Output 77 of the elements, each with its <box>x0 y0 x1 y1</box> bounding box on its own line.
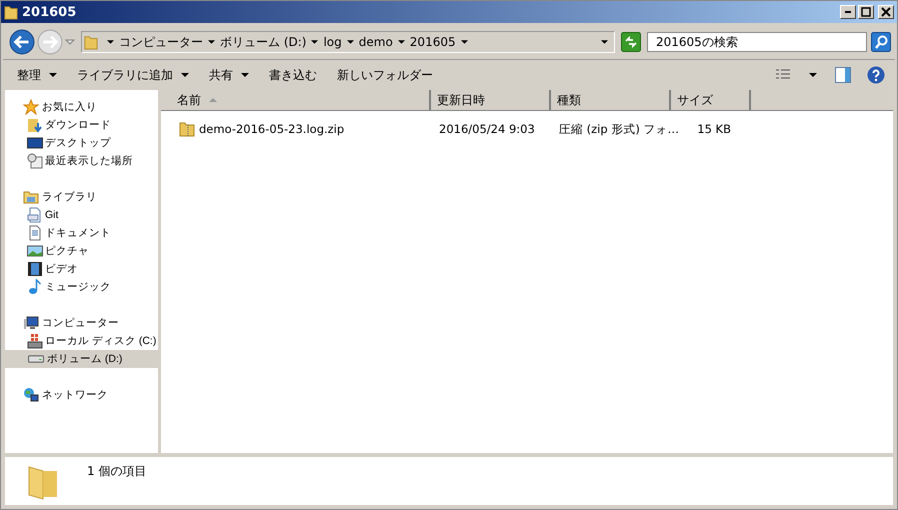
film-icon <box>27 261 43 277</box>
recent-places-icon <box>27 153 43 169</box>
folder-icon <box>4 4 18 20</box>
maximize-button[interactable] <box>858 5 874 19</box>
nav-item[interactable]: ローカル ディスク (C:) <box>5 332 158 350</box>
column-header[interactable]: 更新日時 <box>431 90 551 110</box>
nav-item[interactable]: 最近表示した場所 <box>5 152 158 170</box>
picture-icon <box>27 243 43 259</box>
breadcrumb[interactable]: 201605 <box>410 35 456 49</box>
breadcrumb[interactable]: コンピューター <box>119 34 203 50</box>
search-icon[interactable] <box>871 32 891 52</box>
column-header[interactable]: サイズ <box>671 90 751 110</box>
nav-item[interactable]: お気に入り <box>5 98 158 116</box>
back-button[interactable] <box>9 29 35 55</box>
nav-item[interactable]: Git <box>5 206 158 224</box>
zip-folder-icon <box>179 121 195 137</box>
document-icon <box>27 225 43 241</box>
breadcrumb[interactable]: ボリューム (D:) <box>220 34 306 50</box>
nav-item[interactable]: デスクトップ <box>5 134 158 152</box>
toolbar-button[interactable]: ライブラリに追加 <box>69 64 197 86</box>
nav-item[interactable]: コンピューター <box>5 314 158 332</box>
library-icon <box>23 189 39 205</box>
nav-label: ネットワーク <box>42 388 108 402</box>
nav-label: お気に入り <box>42 100 97 114</box>
nav-item[interactable]: ドキュメント <box>5 224 158 242</box>
network-icon <box>23 387 39 403</box>
nav-label: コンピューター <box>42 316 119 330</box>
close-button[interactable] <box>878 5 894 19</box>
computer-icon <box>23 315 39 331</box>
star-icon <box>23 99 39 115</box>
drive-icon <box>27 333 43 349</box>
column-header[interactable]: 名前 <box>161 90 431 110</box>
music-note-icon <box>27 279 43 295</box>
table-cell: 15 KB <box>697 122 731 136</box>
address-bar[interactable]: コンピューター ボリューム (D:) log demo 201605 <box>81 31 615 53</box>
nav-item[interactable]: ボリューム (D:) <box>5 350 158 368</box>
minimize-icon <box>845 11 851 13</box>
nav-item[interactable]: ライブラリ <box>5 188 158 206</box>
caret-icon[interactable] <box>346 40 354 44</box>
toolbar-button[interactable]: 共有 <box>201 64 257 86</box>
toolbar-button[interactable]: 書き込む <box>261 64 325 86</box>
table-cell: 2016/05/24 9:03 <box>439 122 535 136</box>
window-title: 201605 <box>22 4 76 20</box>
breadcrumb[interactable]: log <box>323 35 342 49</box>
table-cell: 圧縮 (zip 形式) フォ… <box>559 122 679 136</box>
toolbar-button[interactable]: 整理 <box>9 64 65 86</box>
caret-icon[interactable] <box>208 40 215 44</box>
refresh-button[interactable] <box>621 32 641 52</box>
caret-icon <box>49 73 57 77</box>
file-name[interactable]: demo-2016-05-23.log.zip <box>199 122 344 136</box>
column-header[interactable]: 種類 <box>551 90 671 110</box>
caret-icon[interactable] <box>398 40 405 44</box>
minimize-button[interactable] <box>840 5 856 19</box>
caret-icon <box>181 73 189 77</box>
help-icon[interactable] <box>867 66 885 84</box>
caret-icon <box>241 73 249 77</box>
document-icon <box>27 207 43 223</box>
breadcrumb[interactable]: demo <box>358 35 393 49</box>
desktop-icon <box>27 135 43 151</box>
nav-item[interactable]: ネットワーク <box>5 386 158 404</box>
toolbar-button[interactable]: 新しいフォルダー <box>329 64 441 86</box>
caret-icon[interactable] <box>311 40 318 44</box>
history-caret-icon[interactable] <box>65 39 75 45</box>
nav-item[interactable]: ミュージック <box>5 278 158 296</box>
preview-pane-icon[interactable] <box>835 67 851 83</box>
search-field[interactable]: 201605の検索 <box>647 32 867 52</box>
dropdown-icon[interactable] <box>601 40 608 44</box>
caret-icon[interactable] <box>460 40 468 44</box>
caret-icon[interactable] <box>107 40 114 44</box>
nav-item[interactable]: ビデオ <box>5 260 158 278</box>
nav-item[interactable]: ダウンロード <box>5 116 158 134</box>
caret-icon[interactable] <box>809 73 817 77</box>
nav-label: ライブラリ <box>42 190 97 204</box>
nav-item[interactable]: ピクチャ <box>5 242 158 260</box>
download-folder-icon <box>27 117 43 133</box>
item-count: 1 個の項目 <box>87 463 146 480</box>
sort-arrow-icon <box>209 98 217 102</box>
